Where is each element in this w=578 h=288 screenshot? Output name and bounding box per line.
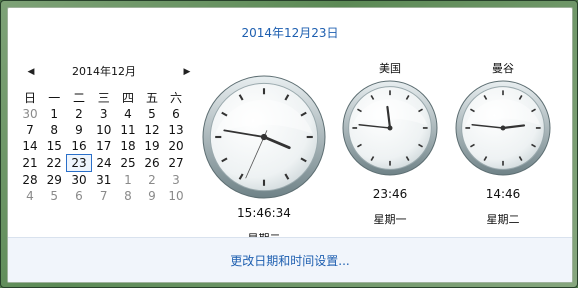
calendar-week-row: 21 22 23 24 25 26 27: [18, 154, 188, 172]
calendar-day[interactable]: 19: [140, 138, 164, 155]
calendar-grid: 日一二三四五六 30 1 2 3 4 5 6 7 8 9 10 11 12 13 14 15 16 17 18 19 2…: [18, 90, 189, 204]
calendar-week-row: 14 15 16 17 18 19 20: [18, 138, 188, 155]
calendar-week-row: 7 8 9 10 11 12 13: [18, 122, 188, 138]
calendar-day[interactable]: 20: [164, 138, 188, 155]
calendar-day[interactable]: 16: [67, 138, 92, 155]
clock-bangkok: 曼谷 14:46 星期二: [454, 60, 552, 227]
change-datetime-settings-link[interactable]: 更改日期和时间设置...: [8, 252, 572, 269]
clock-day: 星期二: [486, 213, 520, 226]
calendar-day[interactable]: 3: [164, 172, 188, 189]
calendar-day[interactable]: 29: [42, 172, 67, 189]
clock-flyout: 2014年12月23日 ◀ 2014年12月 ▶ 日一二三四五六 30 1 2 3 4 5…: [7, 7, 573, 283]
calendar-day[interactable]: 15: [42, 138, 67, 155]
weekday-header: 一: [48, 91, 61, 105]
calendar-day[interactable]: 24: [92, 155, 117, 172]
calendar-day[interactable]: 6: [67, 188, 92, 204]
calendar-day[interactable]: 11: [116, 122, 140, 138]
calendar-day[interactable]: 21: [18, 155, 42, 172]
calendar-day[interactable]: 2: [67, 106, 92, 122]
weekday-header: 三: [97, 91, 110, 105]
calendar-day[interactable]: 6: [164, 106, 188, 122]
weekday-header: 六: [169, 91, 182, 105]
calendar-day[interactable]: 25: [116, 155, 140, 172]
calendar-day[interactable]: 7: [92, 188, 117, 204]
calendar-day[interactable]: 28: [18, 172, 42, 189]
calendar-day[interactable]: 26: [140, 155, 164, 172]
calendar-day[interactable]: 13: [164, 122, 188, 138]
clock-time: 15:46:34: [237, 206, 291, 220]
weekday-header: 日: [23, 91, 36, 105]
clock-name: 美国: [379, 62, 401, 75]
calendar-day[interactable]: 5: [42, 188, 67, 204]
calendar-day[interactable]: 10: [164, 188, 188, 204]
clock-name: 曼谷: [492, 62, 514, 75]
calendar-day[interactable]: 18: [116, 138, 140, 155]
clock-usa: 美国 23:46 星期一: [341, 60, 439, 227]
analog-clock-usa: [342, 80, 438, 176]
calendar-day[interactable]: 30: [67, 172, 92, 189]
calendar-month-title[interactable]: 2014年12月: [18, 64, 190, 80]
clock-local: 15:46:34 星期二: [201, 60, 327, 246]
calendar-day-today[interactable]: 23: [66, 154, 92, 172]
footer-bar: 更改日期和时间设置...: [8, 237, 572, 282]
calendar-day[interactable]: 12: [140, 122, 164, 138]
calendar-day[interactable]: 14: [18, 138, 42, 155]
calendar-week-row: 4 5 6 7 8 9 10: [18, 188, 188, 204]
calendar-day[interactable]: 9: [67, 122, 92, 138]
calendar-week-row: 30 1 2 3 4 5 6: [18, 106, 188, 122]
calendar-day[interactable]: 8: [116, 188, 140, 204]
clock-time: 14:46: [485, 187, 521, 201]
calendar-day[interactable]: 5: [140, 106, 164, 122]
analog-clock-bangkok: [455, 80, 551, 176]
calendar-header: ◀ 2014年12月 ▶: [18, 64, 191, 80]
clock-time: 23:46: [372, 187, 408, 201]
window-frame: 2014年12月23日 ◀ 2014年12月 ▶ 日一二三四五六 30 1 2 3 4 5…: [0, 0, 578, 288]
clock-center: [500, 125, 506, 131]
calendar-day[interactable]: 3: [92, 106, 117, 122]
calendar-day[interactable]: 1: [116, 172, 140, 189]
clock-name: [201, 60, 327, 74]
clock-day: 星期一: [373, 213, 407, 226]
calendar-week-row: 28 29 30 31 1 2 3: [18, 172, 188, 189]
calendar-day[interactable]: 2: [140, 172, 164, 189]
next-month-icon[interactable]: ▶: [180, 64, 194, 80]
calendar-day[interactable]: 7: [18, 122, 42, 138]
weekday-header: 二: [72, 91, 85, 105]
calendar-day[interactable]: 8: [42, 122, 67, 138]
clock-center: [260, 133, 268, 141]
calendar-day[interactable]: 17: [92, 138, 117, 155]
current-date-link[interactable]: 2014年12月23日: [8, 24, 572, 41]
calendar-day[interactable]: 4: [116, 106, 140, 122]
calendar-day[interactable]: 1: [42, 106, 67, 122]
calendar-day[interactable]: 10: [92, 122, 117, 138]
calendar-day[interactable]: 4: [18, 188, 42, 204]
calendar-day[interactable]: 27: [164, 155, 188, 172]
calendar-day[interactable]: 22: [42, 155, 67, 172]
calendar-day[interactable]: 30: [18, 106, 42, 122]
weekday-header: 四: [121, 91, 134, 105]
analog-clock-local: [202, 75, 326, 199]
clock-center: [387, 125, 393, 131]
calendar-day[interactable]: 31: [92, 172, 117, 189]
calendar-day[interactable]: 9: [140, 188, 164, 204]
weekday-header: 五: [145, 91, 158, 105]
